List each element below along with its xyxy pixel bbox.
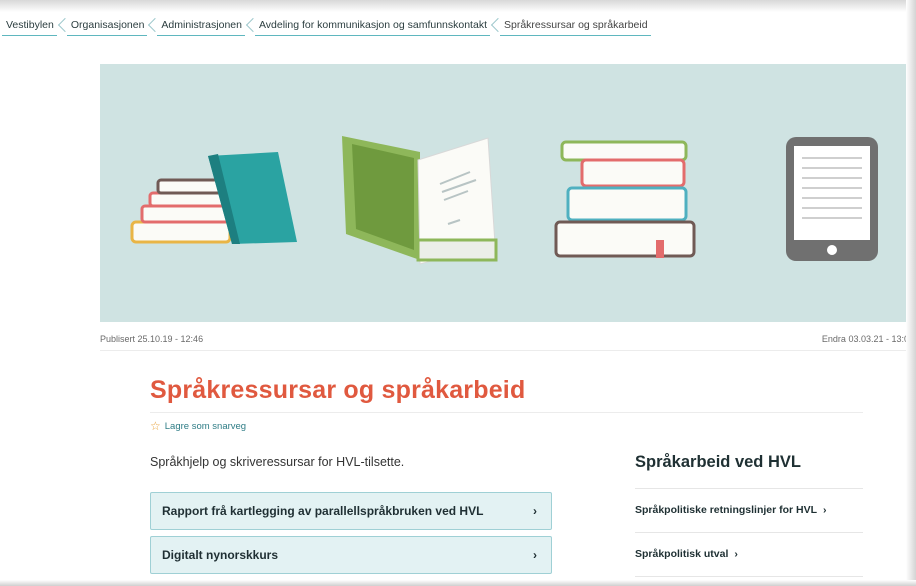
sidebar-link-utval[interactable]: Språkpolitisk utval › [635, 548, 738, 560]
breadcrumb-item-avdeling[interactable]: Avdeling for kommunikasjon og samfunnsko… [245, 15, 490, 37]
books-illustration [130, 136, 878, 265]
breadcrumb-link[interactable]: Administrasjonen [157, 17, 245, 36]
open-book-icon [342, 136, 498, 265]
breadcrumb-separator-icon [245, 16, 255, 36]
window-frame-top [0, 0, 916, 12]
book-stack-left-icon [130, 152, 297, 244]
window-frame-right [906, 0, 916, 586]
book-stack-right-icon [554, 140, 696, 258]
divider [635, 576, 863, 577]
edited-date: Endra 03.03.21 - 13:04 [821, 334, 914, 344]
star-outline-icon: ☆ [150, 419, 161, 433]
window-frame-bottom [0, 580, 916, 586]
sidebar-link-retningslinjer[interactable]: Språkpolitiske retningslinjer for HVL › [635, 504, 827, 516]
sidebar-link-label: Språkpolitisk utval [635, 548, 729, 560]
divider [150, 412, 863, 413]
published-date: Publisert 25.10.19 - 12:46 [100, 334, 204, 344]
breadcrumb: Vestibylen Organisasjonen Administrasjon… [2, 14, 651, 38]
chevron-right-icon: › [823, 504, 827, 516]
breadcrumb-item-vestibylen[interactable]: Vestibylen [2, 15, 57, 37]
divider [635, 532, 863, 533]
breadcrumb-link[interactable]: Vestibylen [2, 17, 57, 36]
breadcrumb-item-administrasjonen[interactable]: Administrasjonen [147, 15, 245, 37]
hero-banner [100, 64, 916, 322]
chevron-right-icon: › [533, 504, 537, 518]
divider [100, 350, 916, 351]
divider [635, 488, 863, 489]
breadcrumb-item-current: Språkressursar og språkarbeid [490, 15, 651, 37]
link-box-label: Rapport frå kartlegging av parallellsprå… [162, 504, 484, 518]
link-box-rapport[interactable]: Rapport frå kartlegging av parallellsprå… [150, 492, 552, 530]
breadcrumb-link[interactable]: Organisasjonen [66, 17, 148, 36]
breadcrumb-separator-icon [57, 16, 67, 36]
sidebar-link-label: Språkpolitiske retningslinjer for HVL [635, 504, 818, 516]
breadcrumb-current-label: Språkressursar og språkarbeid [499, 17, 651, 36]
breadcrumb-item-organisasjonen[interactable]: Organisasjonen [57, 15, 148, 37]
breadcrumb-separator-icon [147, 16, 157, 36]
chevron-right-icon: › [734, 548, 738, 560]
save-shortcut-label: Lagre som snarveg [164, 420, 247, 432]
breadcrumb-separator-icon [490, 16, 500, 36]
link-box-nynorskkurs[interactable]: Digitalt nynorskkurs › [150, 536, 552, 574]
sidebar-heading: Språkarbeid ved HVL [635, 453, 801, 471]
ereader-icon [786, 137, 878, 261]
link-box-label: Digitalt nynorskkurs [162, 548, 279, 562]
save-shortcut-button[interactable]: ☆ Lagre som snarveg [150, 420, 246, 432]
breadcrumb-link[interactable]: Avdeling for kommunikasjon og samfunnsko… [254, 17, 490, 36]
publish-meta: Publisert 25.10.19 - 12:46 Endra 03.03.2… [100, 334, 916, 348]
chevron-right-icon: › [533, 548, 537, 562]
page-title: Språkressursar og språkarbeid [150, 376, 526, 404]
intro-text: Språkhjelp og skriveressursar for HVL-ti… [150, 455, 405, 469]
